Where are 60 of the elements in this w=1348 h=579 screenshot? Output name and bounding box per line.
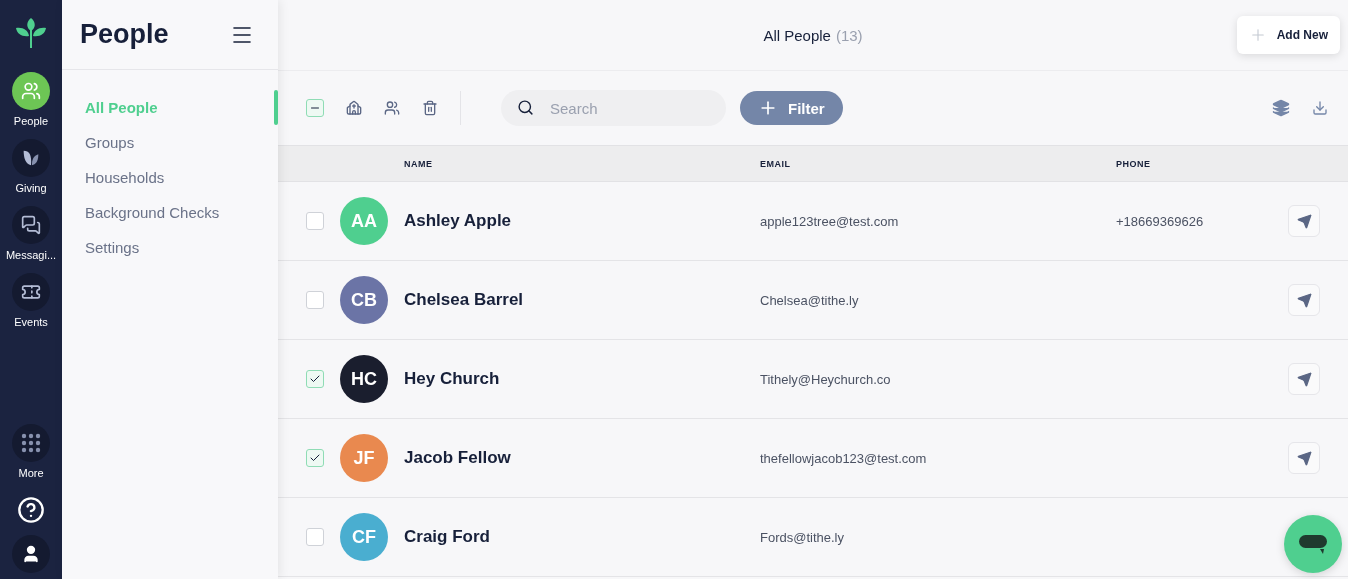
send-button[interactable] bbox=[1288, 284, 1320, 316]
row-checkbox[interactable] bbox=[306, 291, 324, 309]
email-cell-text: apple123tree@test.com bbox=[760, 213, 900, 229]
sidebar-item[interactable]: Settings bbox=[62, 230, 278, 265]
add-new-button[interactable]: Add New bbox=[1236, 16, 1340, 54]
phone-cell-text: +18669369626 bbox=[1116, 213, 1205, 229]
row-checkbox[interactable] bbox=[306, 370, 324, 388]
page-title: All People bbox=[763, 26, 831, 44]
check-icon bbox=[309, 373, 321, 385]
grid-dots-icon bbox=[21, 433, 41, 453]
email-cell-text: Fords@tithe.ly bbox=[760, 529, 845, 545]
sidebar-item[interactable]: Background Checks bbox=[62, 195, 278, 230]
check-icon bbox=[309, 452, 321, 464]
sidebar-item[interactable]: Groups bbox=[62, 125, 278, 160]
person-name[interactable]: Ashley Apple bbox=[404, 211, 760, 231]
profile-button[interactable] bbox=[12, 535, 50, 573]
avatar: CF bbox=[340, 513, 388, 561]
person-name[interactable]: Hey Church bbox=[404, 369, 760, 389]
person-name[interactable]: Chelsea Barrel bbox=[404, 290, 760, 310]
paper-plane-icon bbox=[1296, 213, 1312, 229]
avatar: CB bbox=[340, 276, 388, 324]
layers-icon[interactable] bbox=[1272, 99, 1290, 117]
avatar: JF bbox=[340, 434, 388, 482]
download-icon[interactable] bbox=[1312, 100, 1328, 116]
people-icon[interactable] bbox=[384, 100, 400, 116]
send-button[interactable] bbox=[1288, 442, 1320, 474]
sidebar-item[interactable]: Households bbox=[62, 160, 278, 195]
trash-icon[interactable] bbox=[422, 100, 438, 116]
chat-bubbles-icon bbox=[21, 215, 41, 235]
send-button[interactable] bbox=[1288, 205, 1320, 237]
column-header: EMAIL bbox=[760, 158, 792, 169]
sprout-logo bbox=[14, 16, 48, 50]
column-header: NAME bbox=[404, 158, 434, 169]
email-cell-text: Chelsea@tithe.ly bbox=[760, 292, 860, 308]
section-title: People bbox=[80, 19, 169, 50]
person-name[interactable]: Craig Ford bbox=[404, 527, 760, 547]
filter-button[interactable]: Filter bbox=[740, 91, 843, 125]
paper-plane-icon bbox=[1296, 292, 1312, 308]
people-count: (13) bbox=[835, 26, 863, 44]
chat-button[interactable] bbox=[1284, 515, 1342, 573]
row-checkbox[interactable] bbox=[306, 449, 324, 467]
search-field[interactable]: Search bbox=[501, 90, 726, 126]
avatar: HC bbox=[340, 355, 388, 403]
send-button[interactable] bbox=[1288, 363, 1320, 395]
user-icon bbox=[21, 544, 41, 564]
row-checkbox[interactable] bbox=[306, 528, 324, 546]
paper-plane-icon bbox=[1296, 450, 1312, 466]
email-cell-text: thefellowjacob123@test.com bbox=[760, 450, 928, 466]
ticket-icon bbox=[21, 282, 41, 302]
email-cell-text: Tithely@Heychurch.co bbox=[760, 371, 892, 387]
column-header: PHONE bbox=[1116, 158, 1152, 169]
select-all-checkbox[interactable] bbox=[306, 99, 324, 117]
help-icon[interactable] bbox=[17, 496, 45, 524]
person-name[interactable]: Jacob Fellow bbox=[404, 448, 760, 468]
chat-bubble-icon bbox=[1298, 533, 1328, 555]
church-icon[interactable] bbox=[346, 100, 362, 116]
paper-plane-icon bbox=[1296, 371, 1312, 387]
avatar: AA bbox=[340, 197, 388, 245]
row-checkbox[interactable] bbox=[306, 212, 324, 230]
people-icon bbox=[21, 81, 41, 101]
